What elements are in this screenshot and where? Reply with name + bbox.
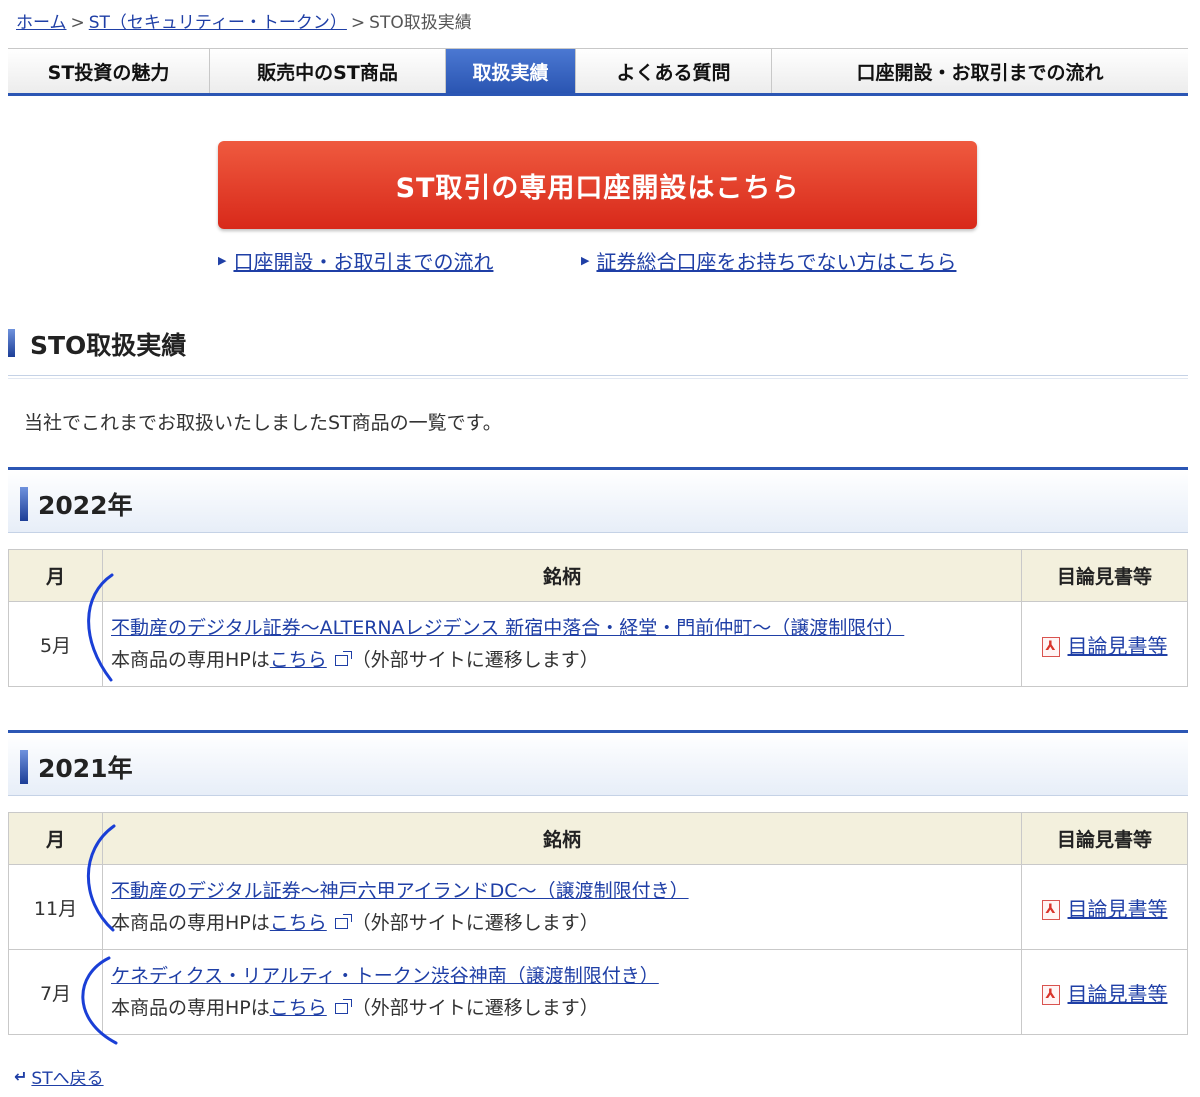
breadcrumb: ホーム > ST（セキュリティー・トークン） > STO取扱実績 [16, 8, 472, 33]
hp-suffix: （外部サイトに遷移します） [351, 912, 599, 934]
tab-track-record[interactable]: 取扱実績 [446, 49, 576, 93]
breadcrumb-current: STO取扱実績 [369, 13, 472, 33]
year-heading-2021: 2021年 [8, 730, 1188, 796]
sublink-account-flow[interactable]: ▶ 口座開設・お取引までの流れ [218, 246, 493, 275]
row-month: 7月 [8, 949, 103, 1035]
external-window-icon [334, 914, 352, 929]
hp-suffix: （外部サイトに遷移します） [351, 997, 599, 1019]
breadcrumb-st-link[interactable]: ST（セキュリティー・トークン） [89, 13, 347, 33]
prospectus-link[interactable]: 目論見書等 [1068, 982, 1168, 1006]
hp-link[interactable]: こちら [270, 997, 327, 1019]
table-header-row: 月 銘柄 目論見書等 [8, 549, 1188, 602]
breadcrumb-separator: > [350, 13, 366, 33]
intro-text: 当社でこれまでお取扱いたしましたST商品の一覧です。 [24, 412, 502, 434]
title-bar-decoration [8, 329, 15, 357]
year-heading-2022: 2022年 [8, 467, 1188, 533]
hp-link[interactable]: こちら [270, 912, 327, 934]
section-title: STO取扱実績 [8, 322, 1188, 379]
table-row: 7月 ケネディクス・リアルティ・トークン渋谷神南（譲渡制限付き） 本商品の専用H… [8, 949, 1188, 1035]
pdf-icon: ⅄ [1041, 637, 1060, 657]
return-arrow-icon: ↵ [14, 1067, 28, 1086]
hp-prefix: 本商品の専用HPは [111, 649, 270, 671]
breadcrumb-home-link[interactable]: ホーム [16, 13, 67, 33]
hp-prefix: 本商品の専用HPは [111, 997, 270, 1019]
year-title: 2022年 [38, 491, 133, 520]
hp-prefix: 本商品の専用HPは [111, 912, 270, 934]
row-doc-cell: ⅄ 目論見書等 [1021, 949, 1188, 1035]
tab-account-flow[interactable]: 口座開設・お取引までの流れ [772, 49, 1188, 93]
hp-link[interactable]: こちら [270, 649, 327, 671]
page-title: STO取扱実績 [30, 331, 187, 360]
hp-suffix: （外部サイトに遷移します） [351, 649, 599, 671]
external-window-icon [334, 999, 352, 1014]
row-month: 11月 [8, 864, 103, 950]
back-to-st-link[interactable]: STへ戻る [31, 1064, 103, 1089]
external-window-icon [334, 651, 352, 666]
header-month: 月 [8, 812, 103, 865]
table-row: 11月 不動産のデジタル証券～神戸六甲アイランドDC～（譲渡制限付き） 本商品の… [8, 864, 1188, 950]
year-bar-decoration [20, 750, 28, 784]
tab-st-appeal[interactable]: ST投資の魅力 [8, 49, 210, 93]
header-month: 月 [8, 549, 103, 602]
product-name-link[interactable]: 不動産のデジタル証券～神戸六甲アイランドDC～（譲渡制限付き） [111, 880, 689, 902]
open-account-button[interactable]: ST取引の専用口座開設はこちら [218, 141, 977, 229]
sublink-account-flow-text[interactable]: 口座開設・お取引までの流れ [233, 246, 493, 275]
row-name-cell: 不動産のデジタル証券～神戸六甲アイランドDC～（譲渡制限付き） 本商品の専用HP… [102, 864, 1022, 950]
sublink-no-account-text[interactable]: 証券総合口座をお持ちでない方はこちら [596, 246, 956, 275]
triangle-right-icon: ▶ [218, 254, 227, 267]
sublink-no-account[interactable]: ▶ 証券総合口座をお持ちでない方はこちら [581, 246, 956, 275]
header-name: 銘柄 [102, 549, 1022, 602]
table-header-row: 月 銘柄 目論見書等 [8, 812, 1188, 865]
row-month: 5月 [8, 601, 103, 687]
header-doc: 目論見書等 [1021, 549, 1188, 602]
tab-faq[interactable]: よくある質問 [576, 49, 772, 93]
products-table-2021: 月 銘柄 目論見書等 11月 不動産のデジタル証券～神戸六甲アイランドDC～（譲… [8, 812, 1188, 1035]
pdf-icon: ⅄ [1041, 900, 1060, 920]
year-bar-decoration [20, 487, 28, 521]
prospectus-link[interactable]: 目論見書等 [1068, 897, 1168, 921]
row-doc-cell: ⅄ 目論見書等 [1021, 601, 1188, 687]
product-name-link[interactable]: 不動産のデジタル証券～ALTERNAレジデンス 新宿中落合・経堂・門前仲町～（譲… [111, 617, 904, 639]
breadcrumb-separator: > [70, 13, 85, 33]
pdf-icon: ⅄ [1041, 985, 1060, 1005]
row-name-cell: ケネディクス・リアルティ・トークン渋谷神南（譲渡制限付き） 本商品の専用HPはこ… [102, 949, 1022, 1035]
tab-st-products[interactable]: 販売中のST商品 [210, 49, 446, 93]
header-name: 銘柄 [102, 812, 1022, 865]
product-name-link[interactable]: ケネディクス・リアルティ・トークン渋谷神南（譲渡制限付き） [111, 965, 659, 987]
row-name-cell: 不動産のデジタル証券～ALTERNAレジデンス 新宿中落合・経堂・門前仲町～（譲… [102, 601, 1022, 687]
triangle-right-icon: ▶ [581, 254, 590, 267]
year-title: 2021年 [38, 754, 133, 783]
row-doc-cell: ⅄ 目論見書等 [1021, 864, 1188, 950]
table-row: 5月 不動産のデジタル証券～ALTERNAレジデンス 新宿中落合・経堂・門前仲町… [8, 601, 1188, 687]
products-table-2022: 月 銘柄 目論見書等 5月 不動産のデジタル証券～ALTERNAレジデンス 新宿… [8, 549, 1188, 687]
prospectus-link[interactable]: 目論見書等 [1068, 634, 1168, 658]
main-nav-tabs: ST投資の魅力 販売中のST商品 取扱実績 よくある質問 口座開設・お取引までの… [8, 48, 1188, 96]
back-to-st[interactable]: ↵ STへ戻る [14, 1064, 104, 1089]
header-doc: 目論見書等 [1021, 812, 1188, 865]
